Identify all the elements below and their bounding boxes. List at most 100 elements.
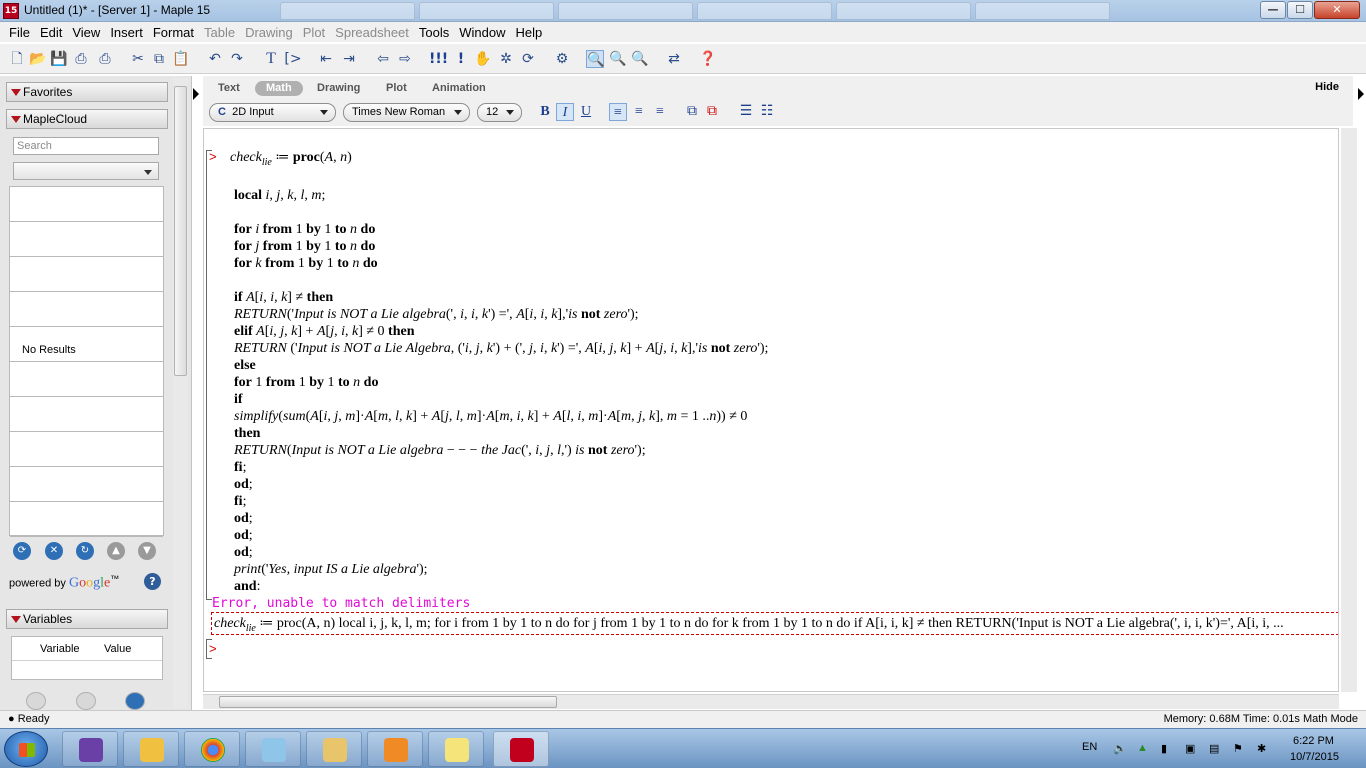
maplecloud-group-select[interactable]: [13, 162, 159, 180]
underline-button[interactable]: U: [577, 103, 595, 121]
variables-table[interactable]: Variable Value: [11, 636, 163, 680]
taskbar-sticky-notes[interactable]: [428, 731, 484, 767]
code-line[interactable]: od;: [234, 511, 253, 527]
taskbar-notepad[interactable]: [245, 731, 301, 767]
toggle-input-icon[interactable]: ⇄: [665, 50, 683, 68]
italic-button[interactable]: I: [556, 103, 574, 121]
code-line[interactable]: for k from 1 by 1 to n do: [234, 256, 378, 272]
forward-arrow-icon[interactable]: ⇨: [396, 50, 414, 68]
code-line[interactable]: od;: [234, 477, 253, 493]
code-line[interactable]: print('Yes, input IS a Lie algebra');: [234, 562, 428, 578]
variables-view-icon[interactable]: [26, 692, 46, 710]
execution-group-bracket[interactable]: [206, 150, 212, 600]
collapse-left-panel-icon[interactable]: [193, 88, 199, 100]
proc-definition-line[interactable]: checklie ≔ proc(A, n): [230, 149, 352, 168]
indent-icon[interactable]: ⇥: [340, 50, 358, 68]
code-line[interactable]: fi;: [234, 460, 246, 476]
text-mode-icon[interactable]: T: [262, 50, 280, 68]
zoom-200-icon[interactable]: 🔍: [631, 50, 649, 68]
power-icon[interactable]: ▤: [1209, 742, 1222, 755]
volume-icon[interactable]: 🔈: [1113, 742, 1127, 755]
code-line[interactable]: od;: [234, 545, 253, 561]
print-preview-icon[interactable]: ⎙: [72, 50, 90, 68]
text-color-icon[interactable]: ⧉: [683, 103, 701, 121]
action-center-flag-icon[interactable]: ⚑: [1233, 742, 1246, 755]
paste-icon[interactable]: 📋: [172, 50, 190, 68]
menu-view[interactable]: View: [67, 25, 105, 40]
help-icon[interactable]: ❓: [699, 50, 717, 68]
collapse-right-panel-icon[interactable]: [1358, 88, 1364, 100]
code-line[interactable]: then: [234, 426, 260, 442]
code-line[interactable]: simplify(sum(A[i, j, m]·A[m, l, k] + A[j…: [234, 409, 747, 425]
minimize-button[interactable]: —: [1260, 1, 1286, 19]
tab-plot[interactable]: Plot: [386, 81, 407, 96]
settings-gear-icon[interactable]: ⚙: [553, 50, 571, 68]
menu-insert[interactable]: Insert: [105, 25, 148, 40]
maplecloud-search-input[interactable]: Search: [13, 137, 159, 155]
outdent-icon[interactable]: ⇤: [317, 50, 335, 68]
menu-tools[interactable]: Tools: [414, 25, 454, 40]
align-right-icon[interactable]: ≡: [651, 103, 669, 121]
code-line[interactable]: fi;: [234, 494, 246, 510]
zoom-150-icon[interactable]: 🔍: [609, 50, 627, 68]
undo-icon[interactable]: ↶: [206, 50, 224, 68]
code-line[interactable]: for 1 from 1 by 1 to n do: [234, 375, 378, 391]
input-mode-select[interactable]: C 2D Input: [209, 103, 336, 122]
language-indicator[interactable]: EN: [1082, 741, 1097, 753]
new-input-prompt[interactable]: >: [209, 641, 217, 656]
redo-icon[interactable]: ↷: [228, 50, 246, 68]
code-line[interactable]: od;: [234, 528, 253, 544]
menu-help[interactable]: Help: [511, 25, 548, 40]
variables-palette-header[interactable]: Variables: [6, 609, 168, 629]
clock-time[interactable]: 6:22 PM: [1293, 735, 1334, 747]
taskbar-visual-studio[interactable]: [62, 731, 118, 767]
debug-bug-icon[interactable]: ✲: [497, 50, 515, 68]
taskbar-chrome[interactable]: [184, 731, 240, 767]
code-line[interactable]: local i, j, k, l, m;: [234, 188, 325, 204]
copy-icon[interactable]: ⧉: [150, 50, 168, 68]
maplecloud-palette-header[interactable]: MapleCloud: [6, 109, 168, 129]
taskbar-tool[interactable]: [123, 731, 179, 767]
worksheet-horizontal-scrollbar[interactable]: [203, 694, 1339, 709]
cut-icon[interactable]: ✂: [129, 50, 147, 68]
code-line[interactable]: else: [234, 358, 256, 374]
menu-edit[interactable]: Edit: [35, 25, 67, 40]
maple-app-icon[interactable]: 15: [3, 3, 19, 19]
highlight-color-icon[interactable]: ⧉: [703, 103, 721, 121]
horizontal-scroll-thumb[interactable]: [219, 696, 557, 708]
tab-math[interactable]: Math: [255, 81, 303, 96]
left-panel-scroll-thumb[interactable]: [174, 86, 187, 376]
favorites-palette-header[interactable]: Favorites: [6, 82, 168, 102]
signal-icon[interactable]: ▮: [1161, 742, 1174, 755]
code-line[interactable]: if: [234, 392, 243, 408]
stop-hand-icon[interactable]: ✋: [474, 50, 492, 68]
bullet-list-icon[interactable]: ☰: [737, 103, 755, 121]
execute-icon[interactable]: !: [452, 50, 470, 68]
maplecloud-results-list[interactable]: No Results: [9, 186, 164, 537]
left-panel-scrollbar[interactable]: [173, 78, 188, 708]
hide-context-bar-button[interactable]: Hide: [1315, 81, 1339, 93]
bluetooth-icon[interactable]: ✱: [1257, 742, 1270, 755]
align-left-icon[interactable]: ≡: [609, 103, 627, 121]
cloud-help-icon[interactable]: ?: [144, 573, 161, 590]
align-center-icon[interactable]: ≡: [630, 103, 648, 121]
open-folder-icon[interactable]: 📂: [29, 50, 47, 68]
zoom-100-icon[interactable]: 🔍: [586, 50, 604, 68]
code-line[interactable]: and:: [234, 579, 260, 595]
menu-window[interactable]: Window: [454, 25, 510, 40]
cloud-settings-icon[interactable]: ✕: [45, 542, 63, 560]
new-document-icon[interactable]: 🗋: [8, 50, 26, 68]
cloud-refresh-icon[interactable]: ⟳: [13, 542, 31, 560]
math-mode-icon[interactable]: [>: [284, 50, 302, 68]
tab-text[interactable]: Text: [218, 81, 240, 96]
restart-icon[interactable]: ⟳: [519, 50, 537, 68]
code-line[interactable]: if A[i, i, k] ≠ then: [234, 290, 333, 306]
variables-hide-icon[interactable]: [76, 692, 96, 710]
tab-animation[interactable]: Animation: [432, 81, 486, 96]
variables-filter-icon[interactable]: [125, 692, 145, 710]
code-line[interactable]: for i from 1 by 1 to n do: [234, 222, 375, 238]
cloud-up-icon[interactable]: ▲: [107, 542, 125, 560]
tab-drawing[interactable]: Drawing: [317, 81, 360, 96]
bold-button[interactable]: B: [536, 103, 554, 121]
code-line[interactable]: RETURN ('Input is NOT a Lie Algebra, ('i…: [234, 341, 768, 357]
